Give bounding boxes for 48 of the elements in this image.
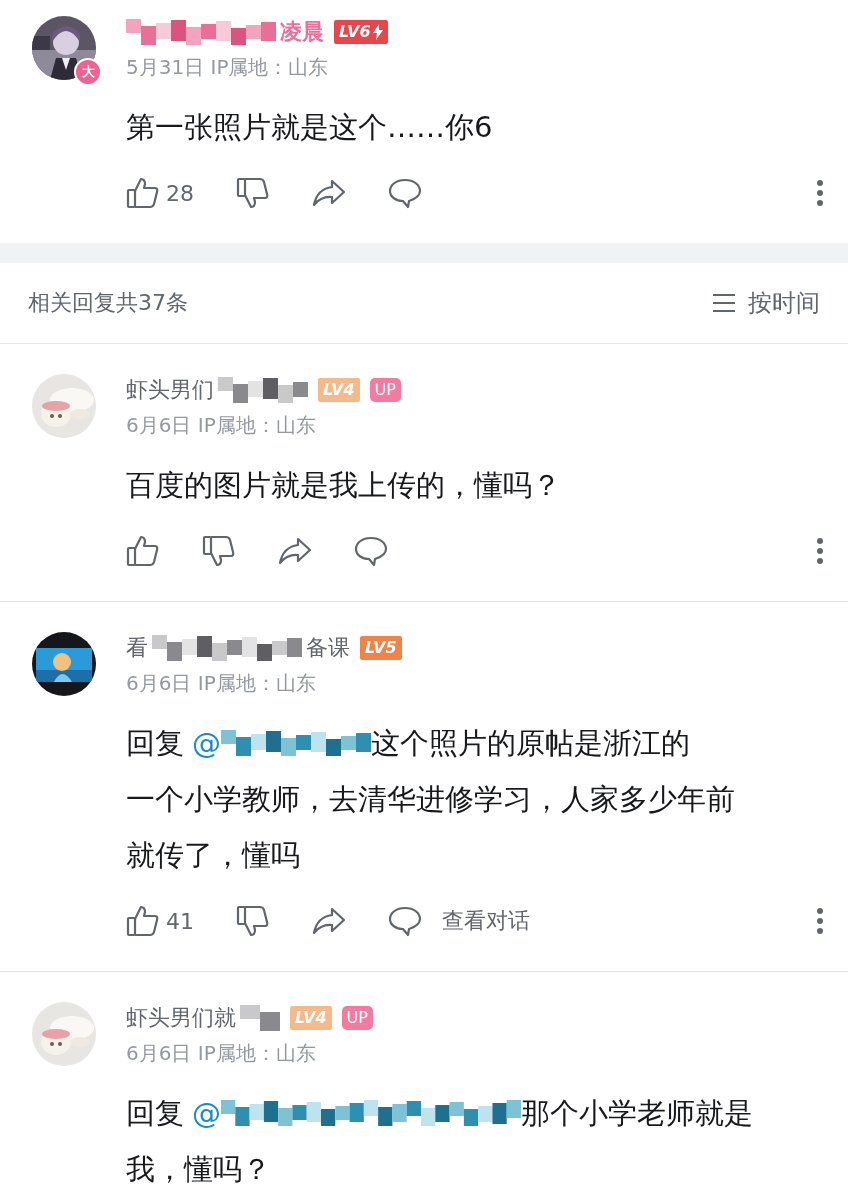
badge-label: UP (346, 1010, 368, 1026)
reply-count: 相关回复共37条 (28, 289, 188, 317)
reply-label: 回复 (126, 725, 184, 762)
badge-label: UP (374, 382, 396, 398)
comment-meta: 6月6日 IP属地：山东 (126, 670, 317, 697)
comment-text: 我，懂吗？ (126, 1152, 271, 1186)
comment-meta: 6月6日 IP属地：山东 (126, 412, 317, 439)
like-icon[interactable] (126, 176, 160, 210)
user-name[interactable]: 虾头男们就 (126, 1003, 236, 1033)
like-count: 41 (166, 908, 194, 934)
share-icon[interactable] (278, 536, 312, 566)
mosaic-drawing (240, 1005, 280, 1031)
user-name[interactable]: 备课 (306, 633, 350, 663)
badge-label: LV4 (295, 1010, 327, 1026)
share-icon[interactable] (312, 906, 346, 936)
comment-meta: 5月31日 IP属地：山东 (126, 54, 330, 81)
sort-button[interactable]: 按时间 (712, 287, 820, 319)
comment-icon[interactable] (388, 905, 422, 937)
list-icon (712, 293, 736, 313)
mention-link[interactable]: @ (192, 715, 221, 771)
badge-label: LV4 (323, 382, 355, 398)
reply-label: 回复 (126, 1095, 184, 1132)
badge-label: LV6 (339, 24, 371, 40)
comment-text: 第一张照片就是这个……你6 (126, 109, 493, 146)
more-icon[interactable] (816, 907, 824, 935)
comment-text: 那个小学老师就是 (521, 1095, 753, 1132)
comment-icon[interactable] (388, 177, 422, 209)
dislike-icon[interactable] (236, 904, 270, 938)
more-icon[interactable] (816, 537, 824, 565)
user-name[interactable]: 虾头男们 (126, 375, 214, 405)
comment-icon[interactable] (354, 535, 388, 567)
comment-text: 这个照片的原帖是浙江的 (371, 725, 690, 762)
like-icon[interactable] (126, 534, 160, 568)
user-name[interactable]: 看 (126, 633, 148, 663)
comment-text: 一个小学教师，去清华进修学习，人家多少年前就传了，懂吗 (126, 782, 735, 872)
dislike-icon[interactable] (236, 176, 270, 210)
lightning-icon (372, 24, 383, 40)
dislike-icon[interactable] (202, 534, 236, 568)
share-icon[interactable] (312, 178, 346, 208)
comment-text: 百度的图片就是我上传的，懂吗？ (126, 467, 561, 504)
like-icon[interactable] (126, 904, 160, 938)
more-icon[interactable] (816, 179, 824, 207)
comment-meta: 6月6日 IP属地：山东 (126, 1040, 317, 1067)
mention-link[interactable]: @ (192, 1085, 221, 1141)
like-count: 28 (166, 180, 194, 206)
vip-badge: 大 (74, 58, 102, 86)
badge-label: LV5 (365, 640, 397, 656)
view-dialog-link[interactable]: 查看对话 (442, 906, 530, 936)
